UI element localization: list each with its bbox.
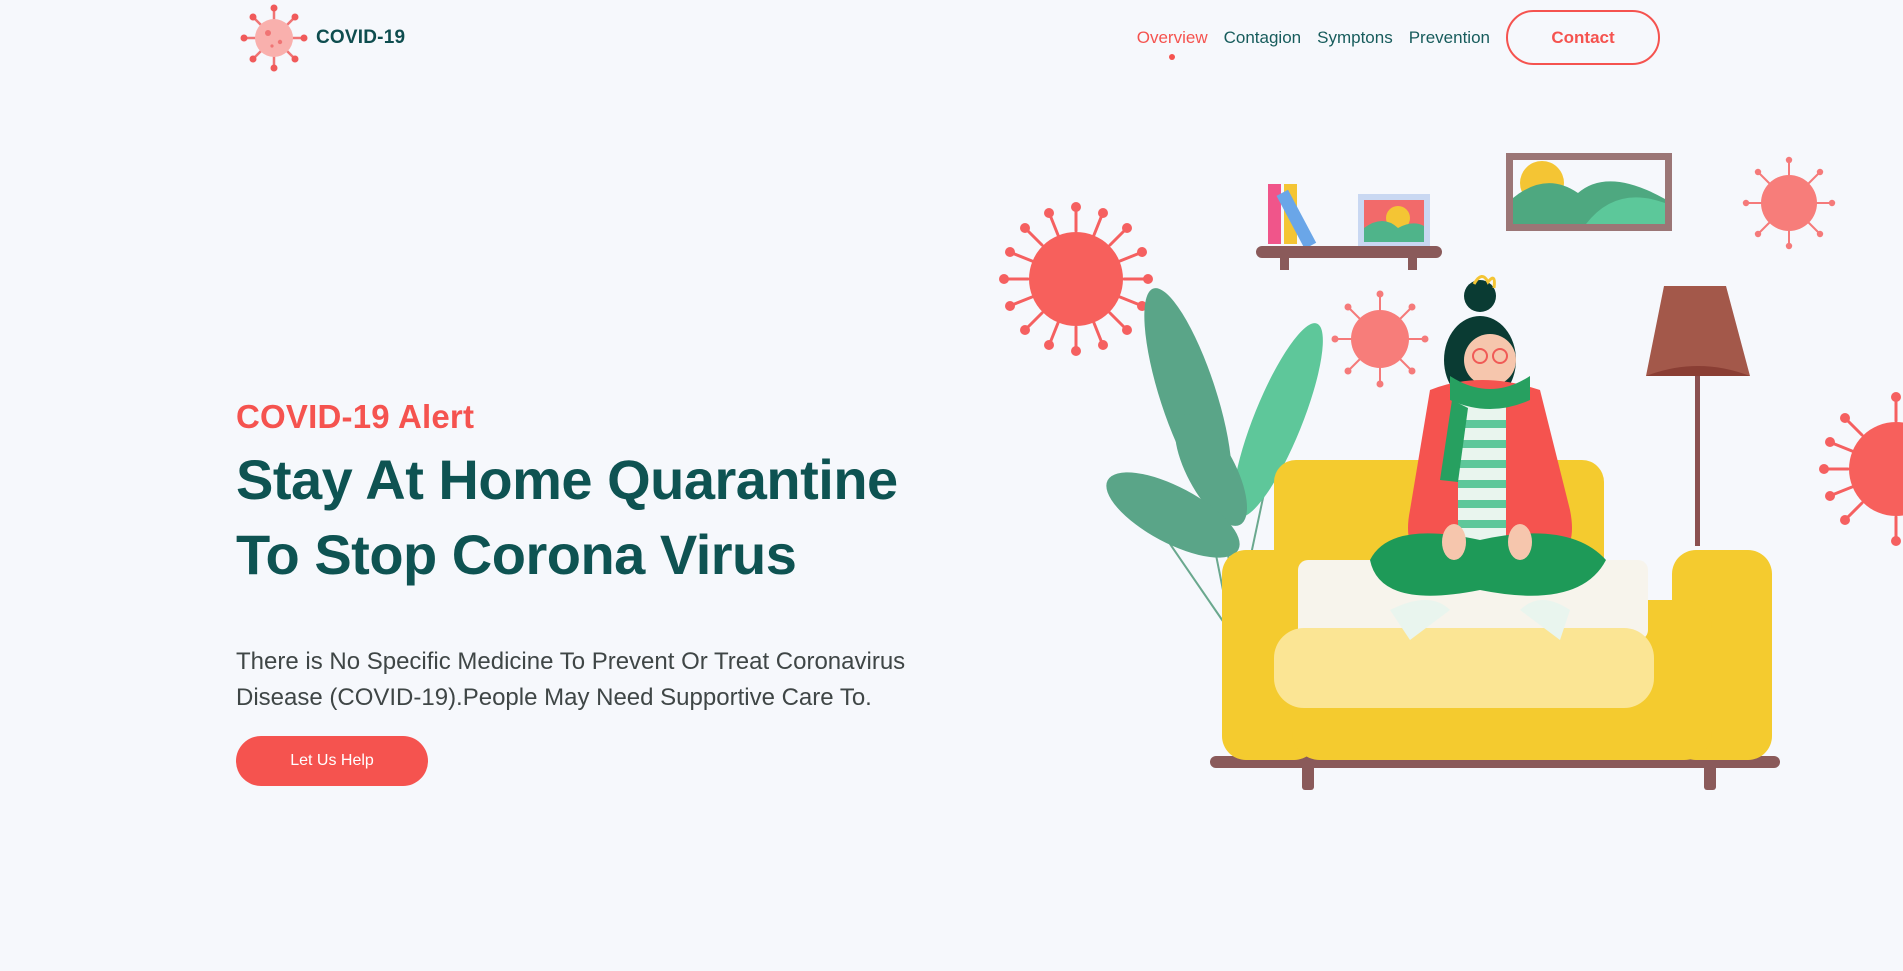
headline-line-2: To Stop Corona Virus [236,523,797,586]
virus-icon [1742,156,1836,250]
let-us-help-button[interactable]: Let Us Help [236,736,428,786]
hero-headline: Stay At Home Quarantine To Stop Corona V… [236,442,996,592]
picture-frame [1506,153,1672,231]
virus-icon [1331,290,1429,388]
nav-contagion[interactable]: Contagion [1224,28,1302,48]
contact-button[interactable]: Contact [1506,10,1660,65]
hero-eyebrow: COVID-19 Alert [236,398,475,435]
floor-lamp [1646,286,1750,546]
site-header: COVID-19 Overview Contagion Symptons Pre… [0,0,1903,74]
nav-overview[interactable]: Overview [1136,27,1208,60]
virus-icon [999,202,1153,356]
page: COVID-19 Overview Contagion Symptons Pre… [0,0,1903,971]
hero-section: COVID-19 Alert Stay At Home Quarantine T… [236,398,996,786]
brand-name: COVID-19 [316,27,406,48]
wall-shelf [1256,184,1442,270]
nav-prevention[interactable]: Prevention [1409,28,1490,48]
headline-line-1: Stay At Home Quarantine [236,448,898,511]
nav-symptons[interactable]: Symptons [1317,28,1393,48]
virus-icon [1819,392,1903,546]
main-nav: Overview Contagion Symptons Prevention C… [1137,10,1660,65]
hero-description: There is No Specific Medicine To Prevent… [236,648,906,711]
brand[interactable]: COVID-19 [240,4,405,72]
active-indicator-dot [1169,53,1176,60]
stay-home-illustration [990,140,1903,800]
virus-logo-icon [240,4,308,72]
nav-overview-label: Overview [1136,27,1208,47]
